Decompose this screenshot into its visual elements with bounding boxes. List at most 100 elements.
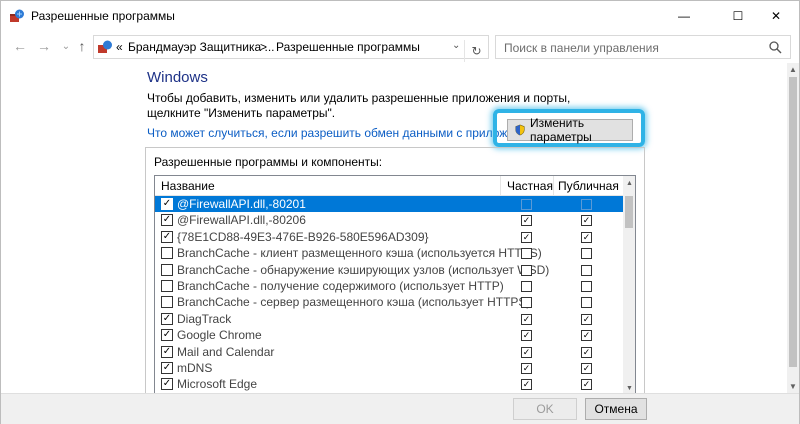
back-arrow-icon: ← <box>13 38 27 54</box>
app-name: Google Chrome <box>177 328 262 343</box>
minimize-button[interactable]: — <box>661 1 707 31</box>
maximize-icon: ☐ <box>732 9 744 23</box>
private-checkbox[interactable] <box>521 297 532 309</box>
private-checkbox[interactable] <box>521 264 532 276</box>
column-divider[interactable] <box>553 176 554 196</box>
public-checkbox[interactable] <box>581 248 592 260</box>
up-arrow-icon: ↑ <box>78 38 86 54</box>
change-settings-label: Изменить параметры <box>529 116 592 144</box>
scroll-down-icon[interactable]: ▼ <box>626 385 633 392</box>
address-bar[interactable]: « Брандмауэр Защитника ... > Разрешенные… <box>93 35 489 62</box>
enabled-checkbox[interactable] <box>161 378 173 391</box>
private-checkbox[interactable] <box>521 313 532 325</box>
refresh-button[interactable]: ↻ <box>464 40 488 62</box>
private-checkbox[interactable] <box>521 248 532 260</box>
enabled-checkbox[interactable] <box>161 329 173 342</box>
enabled-checkbox[interactable] <box>161 263 173 276</box>
search-box[interactable]: Поиск в панели управления <box>495 35 791 59</box>
enabled-checkbox[interactable] <box>161 198 173 210</box>
app-name: DiagTrack <box>177 311 232 326</box>
window-scrollbar[interactable]: ▲ ▼ <box>787 63 799 393</box>
app-name: @FirewallAPI.dll,-80206 <box>177 213 306 228</box>
window-scroll-thumb[interactable] <box>789 77 797 367</box>
minimize-icon: — <box>678 9 690 23</box>
table-row[interactable]: @FirewallAPI.dll,-80201 <box>155 196 623 213</box>
table-row[interactable]: Google Chrome <box>155 327 623 343</box>
app-name: Mail and Calendar <box>177 344 275 359</box>
scroll-down-icon[interactable]: ▼ <box>789 382 797 391</box>
enabled-checkbox[interactable] <box>161 279 173 292</box>
table-row[interactable]: BranchCache - клиент размещенного кэша (… <box>155 245 623 261</box>
table-row[interactable]: BranchCache - сервер размещенного кэша (… <box>155 294 623 310</box>
table-header: Название Частная Публичная <box>155 176 635 196</box>
close-button[interactable]: ✕ <box>753 1 799 31</box>
window-title: Разрешенные программы <box>31 9 175 23</box>
enabled-checkbox[interactable] <box>161 247 173 260</box>
up-button[interactable]: ↑ <box>73 37 91 55</box>
title-bar: Разрешенные программы — ☐ ✕ <box>1 1 799 31</box>
table-row[interactable]: {78E1CD88-49E3-476E-B926-580E596AD309} <box>155 229 623 245</box>
column-divider[interactable] <box>500 176 501 196</box>
private-checkbox[interactable] <box>521 330 532 342</box>
public-checkbox[interactable] <box>581 379 592 391</box>
breadcrumb-overflow[interactable]: « <box>116 40 123 54</box>
table-row[interactable]: BranchCache - обнаружение кэширующих узл… <box>155 262 623 278</box>
private-checkbox[interactable] <box>521 346 532 358</box>
enabled-checkbox[interactable] <box>161 214 173 227</box>
table-scrollbar[interactable]: ▲ ▼ <box>623 176 635 393</box>
back-button[interactable]: ← <box>11 37 29 55</box>
table-row[interactable]: DiagTrack <box>155 311 623 327</box>
table-row[interactable]: mDNS <box>155 360 623 376</box>
chevron-down-icon: ⌄ <box>61 40 71 52</box>
column-header-private[interactable]: Частная <box>507 179 553 193</box>
table-scroll-thumb[interactable] <box>625 196 633 228</box>
change-settings-button[interactable]: Изменить параметры <box>507 116 633 144</box>
table-row[interactable]: Mail and Calendar <box>155 344 623 360</box>
enabled-checkbox[interactable] <box>161 296 173 309</box>
public-checkbox[interactable] <box>581 264 592 276</box>
address-dropdown-icon[interactable]: ⌄ <box>452 40 460 51</box>
forward-button[interactable]: → <box>35 37 53 55</box>
table-row[interactable]: BranchCache - получение содержимого (исп… <box>155 278 623 294</box>
forward-arrow-icon: → <box>37 38 51 54</box>
public-checkbox[interactable] <box>581 215 592 227</box>
group-label: Разрешенные программы и компоненты: <box>154 155 383 169</box>
scroll-up-icon[interactable]: ▲ <box>789 65 797 74</box>
enabled-checkbox[interactable] <box>161 312 173 325</box>
public-checkbox[interactable] <box>581 199 592 210</box>
public-checkbox[interactable] <box>581 313 592 325</box>
column-header-name[interactable]: Название <box>161 179 215 193</box>
table-row[interactable]: Microsoft Edge <box>155 376 623 392</box>
risk-info-link[interactable]: Что может случиться, если разрешить обме… <box>147 126 549 140</box>
private-checkbox[interactable] <box>521 199 532 210</box>
private-checkbox[interactable] <box>521 215 532 227</box>
main-content: Windows Чтобы добавить, изменить или уда… <box>1 63 787 393</box>
public-checkbox[interactable] <box>581 231 592 243</box>
breadcrumb-current[interactable]: Разрешенные программы <box>276 40 420 54</box>
table-row[interactable]: @FirewallAPI.dll,-80206 <box>155 212 623 228</box>
public-checkbox[interactable] <box>581 297 592 309</box>
private-checkbox[interactable] <box>521 379 532 391</box>
enabled-checkbox[interactable] <box>161 361 173 374</box>
search-placeholder: Поиск в панели управления <box>504 41 659 55</box>
private-checkbox[interactable] <box>521 280 532 292</box>
search-icon[interactable] <box>768 40 782 54</box>
close-icon: ✕ <box>770 9 782 23</box>
ok-button[interactable]: OK <box>513 398 577 420</box>
public-checkbox[interactable] <box>581 362 592 374</box>
private-checkbox[interactable] <box>521 362 532 374</box>
public-checkbox[interactable] <box>581 330 592 342</box>
page-heading: Windows <box>147 69 208 86</box>
public-checkbox[interactable] <box>581 346 592 358</box>
enabled-checkbox[interactable] <box>161 345 173 358</box>
breadcrumb-firewall[interactable]: Брандмауэр Защитника ... <box>128 40 274 54</box>
public-checkbox[interactable] <box>581 280 592 292</box>
scroll-up-icon[interactable]: ▲ <box>626 180 633 187</box>
cancel-button[interactable]: Отмена <box>585 398 647 420</box>
private-checkbox[interactable] <box>521 231 532 243</box>
column-header-public[interactable]: Публичная <box>558 179 619 193</box>
table-body: @FirewallAPI.dll,-80201 @FirewallAPI.dll,… <box>155 196 623 393</box>
enabled-checkbox[interactable] <box>161 230 173 243</box>
app-name: Microsoft Edge <box>177 377 258 392</box>
app-name: BranchCache - обнаружение кэширующих узл… <box>177 262 550 277</box>
